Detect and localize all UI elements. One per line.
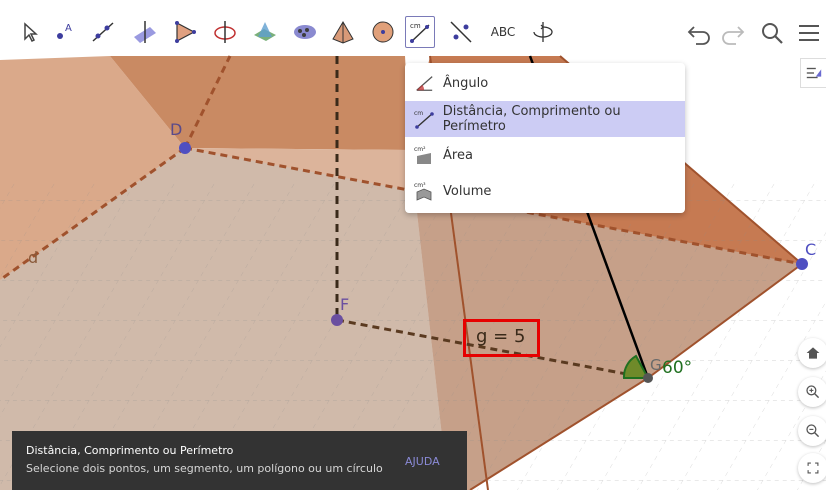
reflect-tool[interactable]	[446, 16, 476, 48]
svg-text:A: A	[65, 23, 72, 34]
zoom-out-button[interactable]	[798, 416, 826, 446]
redo-icon	[722, 26, 745, 45]
measure-tool-icon: cm	[410, 22, 430, 43]
fullscreen-button[interactable]	[798, 453, 826, 483]
point-tool-icon: A	[57, 23, 72, 39]
toast-subtitle: Selecione dois pontos, um segmento, um p…	[26, 462, 383, 475]
plane-tool-icon	[294, 25, 316, 39]
pyramid-tool-icon	[332, 21, 354, 44]
menu-button[interactable]	[794, 18, 824, 48]
style-bar-toggle[interactable]	[800, 58, 826, 88]
point-c[interactable]	[796, 258, 808, 270]
plane-tool[interactable]	[290, 16, 320, 48]
help-button[interactable]: AJUDA	[405, 455, 440, 468]
tool-help-toast: Distância, Comprimento ou Perímetro Sele…	[12, 431, 467, 490]
undo-button[interactable]	[684, 18, 714, 48]
perpendicular-line-tool-icon	[134, 21, 156, 43]
toast-title: Distância, Comprimento ou Perímetro	[26, 444, 234, 457]
angle-value-label: 60°	[662, 358, 693, 378]
hamburger-menu-icon	[799, 25, 819, 41]
highlight-box	[463, 319, 540, 357]
menu-item-distance[interactable]: cm Distância, Comprimento ou Perímetro	[405, 101, 685, 137]
line-tool[interactable]	[88, 16, 118, 48]
sphere-tool[interactable]	[368, 16, 398, 48]
angle-point-label: G	[650, 356, 662, 374]
circle-axis-tool-icon	[214, 21, 236, 43]
rotate-view-tool[interactable]	[528, 16, 558, 48]
zoom-out-icon	[806, 424, 820, 438]
area-icon: cm²	[411, 142, 437, 168]
fullscreen-icon	[807, 462, 819, 474]
text-tool-icon: ABC	[490, 25, 516, 39]
move-tool[interactable]	[15, 16, 45, 48]
menu-item-area[interactable]: cm² Área	[405, 137, 685, 173]
intersect-tool[interactable]	[250, 16, 280, 48]
search-button[interactable]	[757, 18, 787, 48]
measure-tool-unit: cm	[410, 22, 421, 30]
edge-d-label: d	[28, 248, 39, 267]
distance-icon: cm	[411, 106, 437, 132]
point-f[interactable]	[331, 314, 343, 326]
reflect-tool-icon	[450, 21, 472, 43]
home-icon	[806, 347, 820, 359]
menu-item-angle-label: Ângulo	[443, 75, 489, 91]
style-bar-icon	[806, 67, 821, 79]
text-tool[interactable]: ABC	[486, 16, 520, 48]
rotate-view-tool-icon	[533, 22, 553, 42]
measure-tool[interactable]: cm	[405, 16, 435, 48]
point-d[interactable]	[179, 142, 191, 154]
line-tool-icon	[92, 22, 114, 42]
point-d-label: D	[170, 120, 183, 139]
zoom-in-button[interactable]	[798, 377, 826, 407]
distance-unit: cm	[414, 110, 423, 117]
search-icon	[762, 23, 783, 44]
menu-item-distance-label: Distância, Comprimento ou Perímetro	[442, 104, 621, 134]
polygon-tool[interactable]	[170, 16, 200, 48]
point-g[interactable]	[643, 373, 653, 383]
toolbar: A cm ABC	[0, 0, 826, 56]
menu-item-volume[interactable]: cm³ Volume	[405, 173, 685, 209]
area-unit: cm²	[414, 146, 426, 153]
menu-item-angle[interactable]: Ângulo	[405, 65, 685, 101]
move-tool-icon	[24, 22, 38, 43]
intersect-surfaces-tool-icon	[254, 22, 276, 41]
perpendicular-tool[interactable]	[130, 16, 160, 48]
menu-item-area-label: Área	[443, 147, 473, 163]
polygon-tool-icon	[175, 21, 196, 43]
home-button[interactable]	[798, 338, 826, 368]
pyramid-tool[interactable]	[328, 16, 358, 48]
point-tool[interactable]: A	[50, 16, 80, 48]
circle-axis-tool[interactable]	[210, 16, 240, 48]
volume-unit: cm³	[414, 182, 426, 189]
volume-icon: cm³	[411, 178, 437, 204]
point-f-label: F	[340, 295, 350, 314]
undo-icon	[687, 26, 710, 45]
measure-tools-menu: Ângulo cm Distância, Comprimento ou Perí…	[405, 63, 685, 213]
menu-item-volume-label: Volume	[443, 183, 492, 199]
sphere-tool-icon	[372, 21, 394, 43]
angle-icon	[411, 70, 437, 96]
redo-button[interactable]	[718, 18, 748, 48]
zoom-in-icon	[806, 385, 820, 399]
point-c-label: C	[805, 240, 817, 259]
